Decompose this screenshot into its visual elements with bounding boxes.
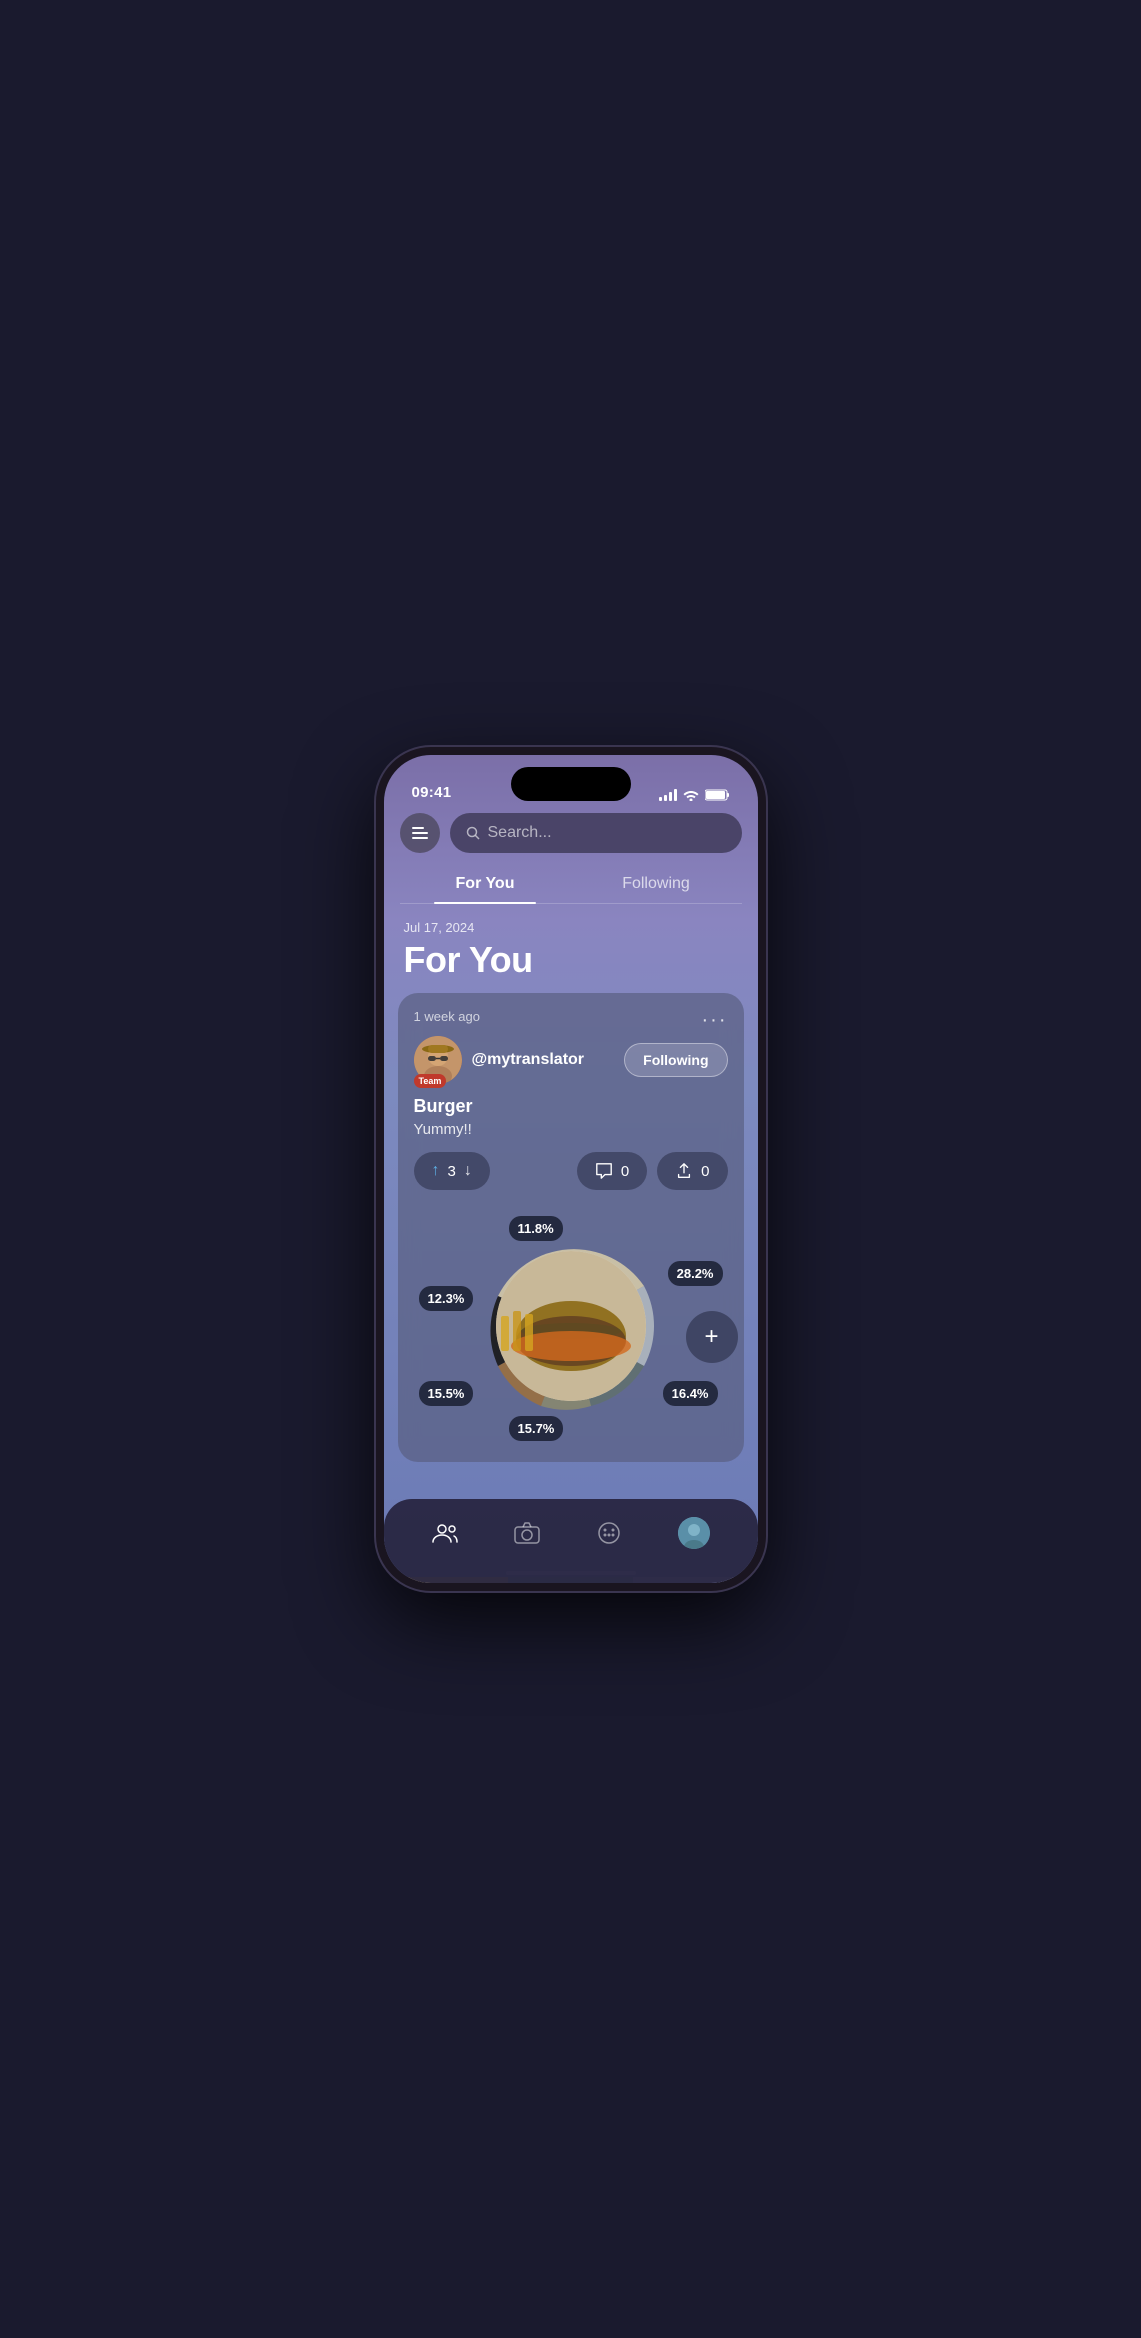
share-icon (675, 1162, 693, 1180)
signal-icon (659, 789, 677, 801)
search-icon (466, 826, 480, 840)
profile-avatar[interactable] (678, 1517, 710, 1549)
section-header: Jul 17, 2024 For You (384, 904, 758, 993)
chart-label-2: 16.4% (663, 1381, 718, 1406)
menu-icon (412, 827, 428, 839)
battery-icon (705, 789, 730, 801)
author-handle: @mytranslator (472, 1051, 615, 1069)
bottom-navigation (384, 1499, 758, 1583)
chart-label-3: 15.7% (509, 1416, 564, 1441)
share-button[interactable]: 0 (657, 1152, 727, 1190)
status-icons (659, 789, 730, 801)
chart-container: 11.8% 28.2% 16.4% 15.7% 15.5% 12.3% (414, 1206, 728, 1446)
profile-avatar-image (678, 1517, 710, 1549)
share-count: 0 (701, 1163, 709, 1180)
post-card: 1 week ago ··· (398, 993, 744, 1462)
chart-label-5: 12.3% (419, 1286, 474, 1311)
team-badge: Team (414, 1074, 447, 1088)
search-bar[interactable]: Search... (450, 813, 742, 853)
section-title: For You (404, 939, 738, 981)
vote-button[interactable]: ↑ 3 ↓ (414, 1152, 490, 1190)
nav-profile[interactable] (678, 1517, 710, 1549)
following-button[interactable]: Following (624, 1043, 727, 1077)
search-placeholder: Search... (488, 824, 552, 842)
post-author-row: Team @mytranslator Following (414, 1036, 728, 1084)
tabs-container: For You Following (400, 865, 742, 904)
post-timestamp: 1 week ago (414, 1009, 728, 1024)
tab-following[interactable]: Following (571, 865, 742, 903)
comment-button[interactable]: 0 (577, 1152, 647, 1190)
camera-icon (514, 1522, 540, 1544)
post-more-button[interactable]: ··· (702, 1009, 728, 1032)
comment-icon (595, 1162, 613, 1180)
vote-count: 3 (448, 1163, 456, 1180)
post-title: Burger (414, 1096, 728, 1117)
chart-label-4: 15.5% (419, 1381, 474, 1406)
fab-button[interactable]: + (686, 1311, 738, 1363)
phone-frame: 09:41 (376, 747, 766, 1591)
donut-chart (461, 1216, 681, 1436)
tab-for-you[interactable]: For You (400, 865, 571, 903)
author-avatar: Team (414, 1036, 462, 1084)
community-icon (432, 1522, 458, 1544)
wifi-icon (683, 789, 699, 801)
nav-camera[interactable] (514, 1522, 540, 1544)
search-row: Search... (400, 813, 742, 853)
comment-count: 0 (621, 1163, 629, 1180)
post-subtitle: Yummy!! (414, 1121, 728, 1138)
chart-label-1: 28.2% (668, 1261, 723, 1286)
menu-button[interactable] (400, 813, 440, 853)
chart-label-0: 11.8% (509, 1216, 563, 1241)
action-row: ↑ 3 ↓ 0 0 (414, 1152, 728, 1190)
nav-community[interactable] (432, 1522, 458, 1544)
nav-palette[interactable] (596, 1520, 622, 1546)
upvote-icon: ↑ (432, 1162, 440, 1180)
dynamic-island (511, 767, 631, 801)
palette-icon (596, 1520, 622, 1546)
downvote-icon: ↓ (464, 1162, 472, 1180)
section-date: Jul 17, 2024 (404, 920, 738, 935)
